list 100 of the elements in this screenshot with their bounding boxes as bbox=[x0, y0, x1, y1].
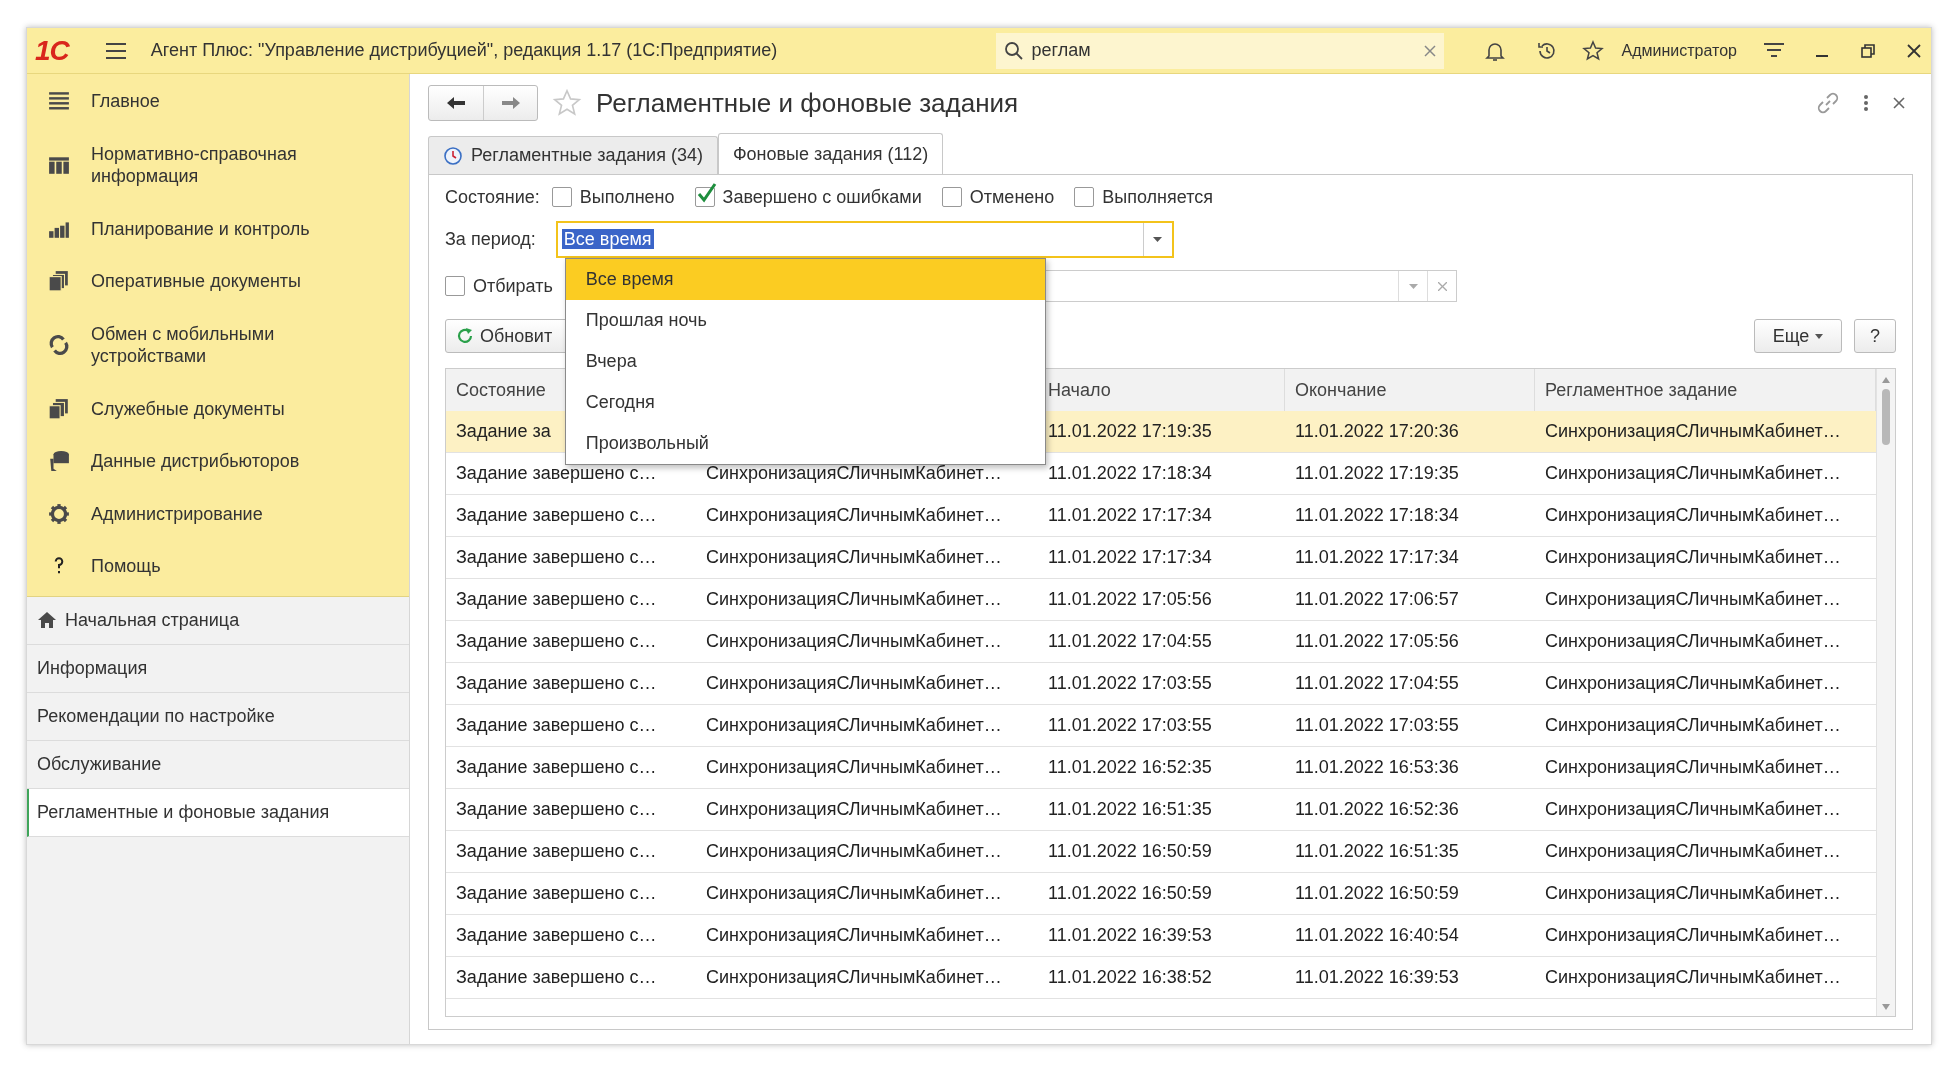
checkbox-label: Отбирать bbox=[473, 275, 553, 297]
table-cell: Задание завершено с… bbox=[456, 463, 657, 484]
tab[interactable]: Регламентные задания (34) bbox=[428, 136, 718, 174]
table-cell: Задание завершено с… bbox=[456, 505, 657, 526]
table-cell: СинхронизацияСЛичнымКабинет… bbox=[706, 757, 1002, 778]
table-cell: 11.01.2022 17:20:36 bbox=[1295, 421, 1459, 442]
help-button[interactable]: ? bbox=[1854, 319, 1896, 353]
table-cell: 11.01.2022 16:39:53 bbox=[1048, 925, 1212, 946]
table-cell: 11.01.2022 16:38:52 bbox=[1048, 967, 1212, 988]
restore-icon[interactable] bbox=[1861, 43, 1875, 58]
table-cell: 11.01.2022 16:50:59 bbox=[1048, 841, 1212, 862]
table-cell: 11.01.2022 16:53:36 bbox=[1295, 757, 1459, 778]
section-item[interactable]: Данные дистрибьюторов bbox=[91, 450, 300, 473]
clear-icon[interactable] bbox=[1423, 44, 1436, 57]
table-cell: СинхронизацияСЛичнымКабинет… bbox=[1545, 421, 1841, 442]
checkbox[interactable] bbox=[551, 187, 572, 207]
clear-icon[interactable] bbox=[1437, 281, 1447, 291]
table-cell: СинхронизацияСЛичнымКабинет… bbox=[706, 589, 1002, 610]
star-icon[interactable] bbox=[1581, 39, 1604, 62]
tab[interactable]: Фоновые задания (112) bbox=[717, 133, 944, 175]
scrollbar[interactable] bbox=[1876, 369, 1895, 1016]
checkbox[interactable] bbox=[941, 187, 962, 207]
section-item[interactable]: Главное bbox=[91, 90, 160, 113]
menu-option[interactable]: Сегодня bbox=[565, 381, 1045, 423]
page-link[interactable]: Рекомендации по настройке bbox=[27, 692, 409, 741]
search-field[interactable]: реглам bbox=[995, 32, 1444, 69]
table-cell: 11.01.2022 17:18:34 bbox=[1048, 463, 1212, 484]
checkbox-label: Выполняется bbox=[1102, 186, 1213, 208]
table-cell: 11.01.2022 17:03:55 bbox=[1048, 673, 1212, 694]
table-cell: 11.01.2022 16:52:35 bbox=[1048, 757, 1212, 778]
section-item[interactable]: Нормативно-справочная информация bbox=[91, 142, 331, 188]
page-link[interactable]: Информация bbox=[27, 644, 409, 693]
more-icon[interactable] bbox=[1863, 94, 1869, 112]
state-label: Состояние: bbox=[445, 186, 540, 208]
column-header[interactable]: Начало bbox=[1048, 379, 1111, 401]
table-cell: СинхронизацияСЛичнымКабинет… bbox=[1545, 757, 1841, 778]
checkbox-label: Выполнено bbox=[579, 186, 675, 208]
period-value: Все время bbox=[561, 228, 654, 249]
star-icon[interactable] bbox=[552, 88, 582, 118]
checkbox[interactable] bbox=[445, 276, 465, 296]
table-cell: СинхронизацияСЛичнымКабинет… bbox=[706, 841, 1002, 862]
caret-icon bbox=[1815, 333, 1824, 339]
refresh-icon bbox=[456, 327, 474, 345]
section-item[interactable]: Администрирование bbox=[91, 502, 263, 525]
page-link[interactable]: Регламентные и фоновые задания bbox=[27, 788, 409, 837]
page-link[interactable]: Начальная страница bbox=[27, 596, 409, 645]
table-cell: 11.01.2022 16:50:59 bbox=[1295, 883, 1459, 904]
table-cell: 11.01.2022 17:04:55 bbox=[1048, 631, 1212, 652]
checkmark-icon bbox=[696, 182, 717, 204]
table-cell: Задание завершено с… bbox=[456, 841, 657, 862]
documents-icon bbox=[48, 270, 70, 293]
table-cell: 11.01.2022 16:51:35 bbox=[1048, 799, 1212, 820]
app-logo: 1С bbox=[35, 34, 69, 67]
table-cell: СинхронизацияСЛичнымКабинет… bbox=[1545, 967, 1841, 988]
checkbox[interactable] bbox=[1074, 187, 1095, 207]
menu-option[interactable]: Произвольный bbox=[565, 422, 1045, 464]
page-link[interactable]: Обслуживание bbox=[27, 740, 409, 789]
table-cell: СинхронизацияСЛичнымКабинет… bbox=[706, 631, 1002, 652]
scroll-up-icon[interactable] bbox=[1882, 377, 1890, 383]
table-cell: Задание завершено с… bbox=[456, 757, 657, 778]
menu-icon[interactable] bbox=[104, 41, 127, 60]
close-icon[interactable] bbox=[1907, 43, 1921, 58]
section-item[interactable]: Помощь bbox=[91, 555, 161, 578]
table-cell: Задание завершено с… bbox=[456, 673, 657, 694]
table-cell: СинхронизацияСЛичнымКабинет… bbox=[706, 925, 1002, 946]
arrow-left-icon bbox=[446, 96, 466, 110]
table-cell: Задание завершено с… bbox=[456, 715, 657, 736]
search-icon bbox=[1003, 40, 1024, 61]
table-cell: СинхронизацияСЛичнымКабинет… bbox=[1545, 799, 1841, 820]
table-cell: СинхронизацияСЛичнымКабинет… bbox=[706, 463, 1002, 484]
column-header[interactable]: Состояние bbox=[456, 379, 546, 401]
table-cell: СинхронизацияСЛичнымКабинет… bbox=[1545, 589, 1841, 610]
section-item[interactable]: Обмен с мобильными устройствами bbox=[91, 322, 331, 368]
section-item[interactable]: Планирование и контроль bbox=[91, 217, 310, 240]
table-cell: 11.01.2022 17:04:55 bbox=[1295, 673, 1459, 694]
scroll-down-icon[interactable] bbox=[1882, 1004, 1890, 1010]
scroll-thumb[interactable] bbox=[1882, 389, 1890, 445]
table-cell: 11.01.2022 17:05:56 bbox=[1295, 631, 1459, 652]
more-button[interactable]: Еще bbox=[1754, 319, 1842, 353]
table-cell: 11.01.2022 16:50:59 bbox=[1048, 883, 1212, 904]
table-cell: СинхронизацияСЛичнымКабинет… bbox=[706, 883, 1002, 904]
filter-icon[interactable] bbox=[1763, 41, 1785, 60]
period-label: За период: bbox=[445, 228, 536, 250]
link-icon[interactable] bbox=[1817, 92, 1839, 114]
period-field[interactable]: Все время bbox=[555, 220, 1174, 258]
form-title: Регламентные и фоновые задания bbox=[596, 87, 1019, 119]
table-cell: Задание завершено с… bbox=[456, 589, 657, 610]
caret-icon[interactable] bbox=[1153, 236, 1163, 242]
user-name[interactable]: Администратор bbox=[1621, 41, 1737, 60]
section-item[interactable]: Служебные документы bbox=[91, 397, 285, 420]
section-item[interactable]: Оперативные документы bbox=[91, 270, 302, 293]
table-cell: СинхронизацияСЛичнымКабинет… bbox=[706, 715, 1002, 736]
table-cell: СинхронизацияСЛичнымКабинет… bbox=[706, 967, 1002, 988]
menu-option[interactable]: Все время bbox=[565, 258, 1045, 300]
close-icon[interactable] bbox=[1893, 97, 1905, 109]
column-header[interactable]: Окончание bbox=[1295, 379, 1387, 401]
table-cell: 11.01.2022 16:52:36 bbox=[1295, 799, 1459, 820]
table-cell: 11.01.2022 17:19:35 bbox=[1048, 421, 1212, 442]
table-cell: СинхронизацияСЛичнымКабинет… bbox=[706, 547, 1002, 568]
arrow-right-icon bbox=[500, 96, 521, 110]
